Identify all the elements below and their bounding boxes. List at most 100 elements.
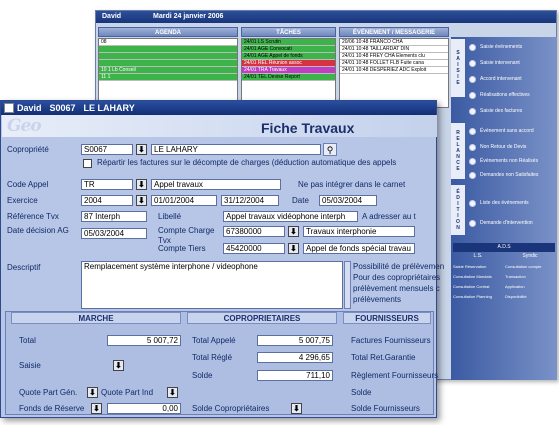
exercice-dropdown[interactable]: ⬇ bbox=[136, 195, 147, 206]
fonds-dropdown[interactable]: ⬇ bbox=[91, 403, 102, 414]
solde-copro-dropdown[interactable]: ⬇ bbox=[291, 403, 302, 414]
fiche-travaux-window: David S0067 LE LAHARY Geo Fiche Travaux … bbox=[0, 100, 444, 418]
task-row[interactable]: 24/01 AGE Convocati bbox=[242, 46, 335, 53]
evenement-header[interactable]: ÉVÉNEMENT / MESSAGERIE bbox=[339, 27, 449, 37]
total-label: Total bbox=[19, 336, 36, 345]
side-item-saisie-intervenant[interactable]: Saisie intervenant bbox=[469, 57, 520, 69]
date-field[interactable]: 05/03/2004 bbox=[319, 195, 377, 206]
side-item-sans-accord[interactable]: Événement sans accord bbox=[469, 125, 534, 137]
event-row[interactable]: 24/01 10:48 TAILLARDAT DIN bbox=[340, 46, 448, 53]
syndic-item[interactable]: Consultation compte bbox=[505, 262, 555, 272]
reference-field[interactable]: 87 Interph bbox=[81, 211, 147, 222]
copropriete-dropdown[interactable]: ⬇ bbox=[136, 144, 147, 155]
descriptif-textarea[interactable]: Remplacement système interphone / videop… bbox=[81, 261, 343, 309]
descriptif-scrollbar[interactable] bbox=[344, 261, 351, 309]
total-regle-label: Total Réglé bbox=[192, 353, 233, 362]
exercice-start-field[interactable]: 01/01/2004 bbox=[151, 195, 217, 206]
fonds-field[interactable]: 0,00 bbox=[107, 403, 181, 414]
dot-icon bbox=[469, 219, 476, 227]
side-item-demande[interactable]: Demande d'intervention bbox=[469, 217, 533, 229]
quote-gen-dropdown[interactable]: ⬇ bbox=[87, 387, 98, 398]
compte-charge-desc-field[interactable]: Travaux interphonie bbox=[303, 226, 415, 237]
title-name: LE LAHARY bbox=[83, 103, 135, 113]
compte-tiers-desc-field[interactable]: Appel de fonds spécial travau bbox=[303, 243, 415, 254]
agenda-row[interactable]: 10 1 Lb Conseil bbox=[99, 67, 237, 74]
dot-icon bbox=[469, 157, 476, 165]
exercice-end-field[interactable]: 31/12/2004 bbox=[221, 195, 279, 206]
syndic-item[interactable]: Transaction bbox=[505, 272, 555, 282]
repartir-checkbox[interactable] bbox=[83, 159, 92, 168]
total-regle-field[interactable]: 4 296,65 bbox=[257, 352, 333, 363]
total-appele-field[interactable]: 5 007,75 bbox=[257, 335, 333, 346]
side-item-non-retour[interactable]: Non Retour de Devis bbox=[469, 141, 526, 153]
back-date: Mardi 24 janvier 2006 bbox=[153, 13, 224, 20]
code-appel-field[interactable]: TR bbox=[81, 179, 133, 190]
side-item-saisie-evenements[interactable]: Saisie événements bbox=[469, 41, 522, 53]
quote-ind-label: Quote Part Ind bbox=[101, 388, 154, 397]
compte-tiers-field[interactable]: 45420000 bbox=[223, 243, 285, 254]
band-edition: ÉDITION bbox=[451, 185, 465, 235]
exercice-field[interactable]: 2004 bbox=[81, 195, 133, 206]
agenda-row[interactable] bbox=[99, 46, 237, 53]
evenement-grid[interactable]: 20/06 10:48 FRANCO CHA 24/01 10:48 TAILL… bbox=[339, 38, 449, 108]
saisie-dropdown[interactable]: ⬇ bbox=[113, 360, 124, 371]
syndic-item[interactable]: Application bbox=[505, 282, 555, 292]
code-appel-dropdown[interactable]: ⬇ bbox=[136, 179, 147, 190]
agenda-header[interactable]: AGENDA bbox=[98, 27, 238, 37]
total-ret-label: Total Ret.Garantie bbox=[351, 353, 416, 362]
ls-item[interactable]: Saisie Réservation bbox=[453, 262, 503, 272]
event-row[interactable]: 24/01 10:48 FREY CHA Elements clu bbox=[340, 53, 448, 60]
task-row[interactable]: 24/01 TEL Devise Report bbox=[242, 74, 335, 81]
compte-tiers-dropdown[interactable]: ⬇ bbox=[288, 243, 299, 254]
quote-ind-dropdown[interactable]: ⬇ bbox=[167, 387, 178, 398]
taches-header[interactable]: TÂCHES bbox=[241, 27, 336, 37]
ls-item[interactable]: Consultation Planning bbox=[453, 292, 503, 302]
possibilite-line-3: prélèvement mensuels c bbox=[353, 284, 440, 293]
syndic-item[interactable]: Disponibilité bbox=[505, 292, 555, 302]
ne-pas-integrer-label: Ne pas intégrer dans le carnet bbox=[298, 180, 406, 189]
solde-f-label: Solde bbox=[351, 388, 372, 397]
event-row[interactable]: 24/01 10:48 FOLLET FLB Fuite cana bbox=[340, 60, 448, 67]
ls-item[interactable]: Consultation Contrat bbox=[453, 282, 503, 292]
dot-icon bbox=[469, 127, 476, 135]
ls-list: Saisie Réservation Consultation Mandats … bbox=[453, 262, 503, 302]
copropriete-code-field[interactable]: S0067 bbox=[81, 144, 133, 155]
task-row[interactable]: 24/01 REL Réunion assoc bbox=[242, 60, 335, 67]
side-item-non-realises[interactable]: Événements non Réalisés bbox=[469, 155, 538, 167]
reglement-label: Règlement Fournisseurs bbox=[351, 371, 439, 380]
date-decision-field[interactable]: 05/03/2004 bbox=[81, 228, 147, 239]
main-title-bar: David S0067 LE LAHARY bbox=[1, 101, 436, 115]
libelle-field[interactable]: Appel travaux vidéophone interph bbox=[223, 211, 358, 222]
task-row[interactable]: 24/01 AGE Appel de fonds bbox=[242, 53, 335, 60]
coproprietaires-header: COPROPRIETAIRES bbox=[187, 312, 337, 324]
person-search-icon[interactable]: ⚲ bbox=[323, 143, 337, 156]
task-row[interactable]: 24/01 TRA Travaux bbox=[242, 67, 335, 74]
solde-field[interactable]: 711,10 bbox=[257, 370, 333, 381]
agenda-row[interactable] bbox=[99, 60, 237, 67]
task-row[interactable]: 24/01 LS Scrutin bbox=[242, 39, 335, 46]
solde-fournisseurs-label: Solde Fournisseurs bbox=[351, 404, 420, 413]
event-row[interactable]: 24/01 10:48 DESPERIEZ ADC Exploit bbox=[340, 67, 448, 74]
event-row[interactable]: 20/06 10:48 FRANCO CHA bbox=[340, 39, 448, 46]
compte-charge-dropdown[interactable]: ⬇ bbox=[288, 226, 299, 237]
total-field[interactable]: 5 007,72 bbox=[107, 335, 181, 346]
dot-icon bbox=[469, 75, 476, 83]
title-code: S0067 bbox=[49, 103, 76, 113]
band-relance: RELANCE bbox=[451, 123, 465, 179]
side-item-liste[interactable]: Liste des événements bbox=[469, 197, 529, 209]
side-item-accord[interactable]: Accord intervenant bbox=[469, 73, 522, 85]
side-item-non-satisfaites[interactable]: Demandes non Satisfaites bbox=[469, 169, 538, 181]
compte-charge-field[interactable]: 67380000 bbox=[223, 226, 285, 237]
solde-copro-label: Solde Copropriétaires bbox=[192, 404, 270, 413]
ls-item[interactable]: Consultation Mandats bbox=[453, 272, 503, 282]
side-item-realisations[interactable]: Réalisations effectives bbox=[469, 89, 530, 101]
side-item-factures[interactable]: Saisie des factures bbox=[469, 105, 522, 117]
copropriete-name-field[interactable]: LE LAHARY bbox=[151, 144, 321, 155]
agenda-row[interactable]: 11 1 bbox=[99, 74, 237, 81]
agenda-row[interactable] bbox=[99, 53, 237, 60]
dot-icon bbox=[469, 59, 476, 67]
code-appel-desc-field[interactable]: Appel travaux bbox=[151, 179, 281, 190]
agenda-row[interactable]: 08 bbox=[99, 39, 237, 46]
taches-grid[interactable]: 24/01 LS Scrutin 24/01 AGE Convocati 24/… bbox=[241, 38, 336, 108]
agenda-grid[interactable]: 08 10 1 Lb Conseil 11 1 bbox=[98, 38, 238, 108]
